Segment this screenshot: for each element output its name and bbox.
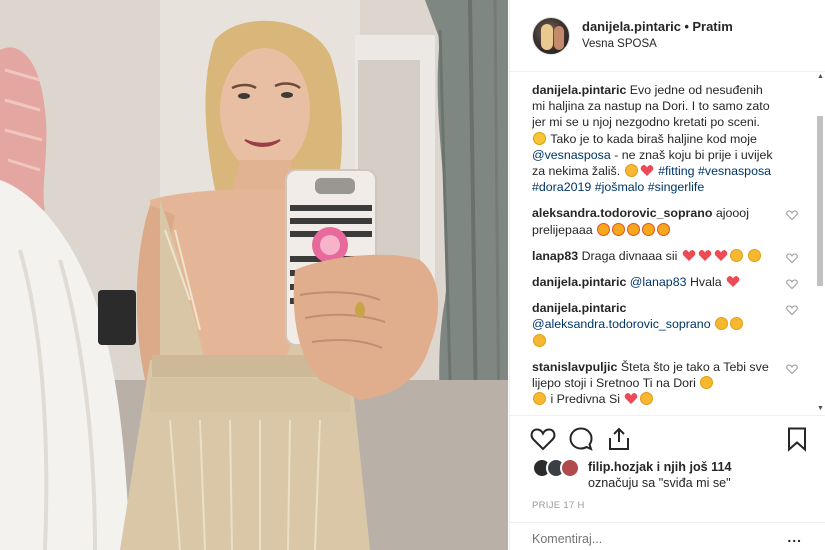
- red-heart-emoji-icon: [640, 164, 653, 177]
- comment-mention[interactable]: @aleksandra.todorovic_soprano: [532, 317, 711, 331]
- caption: danijela.pintaric Evo jedne od nesuđenih…: [532, 82, 800, 195]
- sad-face-emoji-icon: [533, 131, 546, 145]
- caption-username[interactable]: danijela.pintaric: [532, 83, 626, 97]
- liker-username[interactable]: filip.hozjak: [588, 460, 653, 474]
- post-photo[interactable]: [0, 0, 508, 550]
- comment-item: aleksandra.todorovic_soprano ajoooj prel…: [532, 205, 800, 237]
- scroll-up-icon[interactable]: ▲: [817, 73, 824, 80]
- comment-username[interactable]: stanislavpuljic: [532, 360, 617, 374]
- star-struck-emoji-icon: [657, 222, 671, 236]
- likes-summary[interactable]: filip.hozjak i njih još 114 označuju sa …: [532, 458, 812, 498]
- comment-item: danijela.pintaric @lanap83 Hvala: [532, 274, 800, 290]
- red-heart-emoji-icon: [698, 249, 712, 261]
- kiss-emoji-icon: [715, 317, 729, 331]
- red-heart-emoji-icon: [726, 275, 740, 288]
- heart-icon[interactable]: [530, 426, 556, 452]
- comments-scrollbar[interactable]: ▲ ▼: [816, 73, 824, 414]
- comments-list[interactable]: danijela.pintaric Evo jedne od nesuđenih…: [532, 82, 800, 415]
- location-link[interactable]: Vesna SPOSA: [582, 36, 733, 53]
- like-comment-heart-icon[interactable]: [786, 304, 798, 316]
- comment-item: lanap83 Draga divnaaa sii: [532, 248, 800, 264]
- likes-line-2: označuju sa "sviđa mi se": [588, 476, 731, 490]
- post-timestamp[interactable]: PRIJE 17 H: [532, 500, 585, 511]
- author-username[interactable]: danijela.pintaric: [582, 19, 681, 34]
- kiss-emoji-icon: [730, 317, 744, 331]
- star-struck-emoji-icon: [627, 222, 641, 236]
- kiss-emoji-icon: [700, 376, 714, 390]
- like-comment-heart-icon[interactable]: [786, 278, 798, 290]
- author-avatar[interactable]: [532, 16, 570, 55]
- comment-item: danijela.pintaric @aleksandra.todorovic_…: [532, 300, 800, 349]
- kiss-emoji-icon: [533, 392, 546, 406]
- hashtag-josmalo[interactable]: #jošmalo: [595, 180, 645, 194]
- red-heart-emoji-icon: [714, 249, 728, 261]
- comment-text-2: i Predivna Si: [550, 392, 621, 407]
- instagram-post-view: danijela.pintaric • Pratim Vesna SPOSA d…: [0, 0, 825, 550]
- smirk-emoji-icon: [624, 164, 638, 178]
- post-actions-bar: [510, 415, 825, 459]
- author-info: danijela.pintaric • Pratim Vesna SPOSA: [582, 18, 733, 53]
- smile-emoji-icon: [640, 392, 654, 406]
- star-struck-emoji-icon: [642, 222, 656, 236]
- liker-avatar[interactable]: [560, 458, 580, 478]
- following-button[interactable]: Pratim: [692, 19, 732, 34]
- star-struck-emoji-icon: [612, 222, 626, 236]
- like-comment-heart-icon[interactable]: [786, 209, 798, 221]
- comment-username[interactable]: lanap83: [532, 249, 578, 263]
- comment-username[interactable]: aleksandra.todorovic_soprano: [532, 206, 712, 220]
- share-icon[interactable]: [606, 426, 632, 452]
- star-struck-emoji-icon: [597, 222, 611, 236]
- heart-eyes-emoji-icon: [682, 249, 696, 261]
- more-icon[interactable]: ...: [787, 530, 802, 544]
- add-comment-bar: ...: [510, 522, 825, 550]
- liker-avatars[interactable]: [532, 458, 582, 478]
- kiss-emoji-icon: [748, 248, 762, 262]
- comment-icon[interactable]: [568, 426, 594, 452]
- post-header: danijela.pintaric • Pratim Vesna SPOSA: [510, 0, 825, 72]
- red-heart-emoji-icon: [625, 393, 638, 405]
- likes-count[interactable]: i njih još 114: [657, 460, 732, 474]
- hashtag-dora2019[interactable]: #dora2019: [532, 180, 591, 194]
- hashtag-singerlife[interactable]: #singerlife: [648, 180, 704, 194]
- comment-text: Draga divnaaa sii: [581, 248, 678, 263]
- like-comment-heart-icon[interactable]: [786, 252, 798, 264]
- bookmark-icon[interactable]: [784, 426, 810, 452]
- separator-dot: •: [684, 20, 689, 34]
- caption-mention[interactable]: @vesnasposa: [532, 148, 611, 162]
- comment-text: Hvala: [689, 275, 722, 290]
- scroll-down-icon[interactable]: ▼: [817, 405, 824, 412]
- hashtag-vesnasposa[interactable]: #vesnasposa: [698, 164, 771, 178]
- comment-input[interactable]: [532, 532, 752, 546]
- comment-username[interactable]: danijela.pintaric: [532, 275, 626, 289]
- scroll-thumb[interactable]: [817, 116, 823, 286]
- comment-item: stanislavpuljic Šteta što je tako a Tebi…: [532, 359, 800, 408]
- post-side-panel: danijela.pintaric • Pratim Vesna SPOSA d…: [509, 0, 825, 550]
- hashtag-fitting[interactable]: #fitting: [658, 164, 695, 178]
- comment-username[interactable]: danijela.pintaric: [532, 300, 774, 316]
- kiss-emoji-icon: [729, 248, 743, 262]
- like-comment-heart-icon[interactable]: [786, 363, 798, 375]
- kiss-emoji-icon: [533, 333, 546, 347]
- caption-text-2: Tako je to kada biraš haljine kod moje: [550, 131, 757, 146]
- comment-mention[interactable]: @lanap83: [630, 275, 687, 289]
